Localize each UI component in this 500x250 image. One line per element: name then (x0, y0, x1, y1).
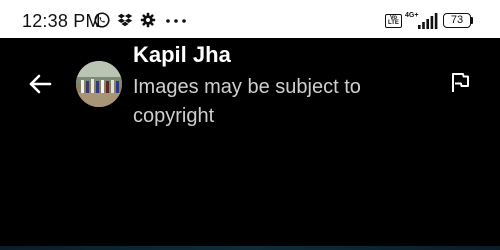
flag-icon (452, 73, 469, 92)
volte-icon: Vo LTE (385, 14, 402, 28)
avatar-photo (76, 61, 122, 107)
gear-icon (140, 12, 156, 28)
avatar[interactable] (76, 61, 122, 107)
page-title: Kapil Jha (133, 42, 231, 67)
report-button[interactable] (448, 71, 472, 95)
more-dots-icon (166, 19, 186, 23)
content-edge (0, 246, 500, 250)
status-bar: 12:38 PM Vo LTE 4G+ 73 (0, 0, 500, 38)
dropbox-icon (117, 13, 133, 27)
back-button[interactable] (26, 70, 54, 98)
arrow-back-icon (29, 74, 52, 94)
signal-icon (418, 13, 438, 29)
status-time: 12:38 PM (22, 11, 101, 31)
whatsapp-icon (94, 12, 110, 28)
battery-tip (471, 17, 473, 24)
battery-icon: 73 (443, 13, 471, 28)
copyright-notice: Images may be subject to copyright (133, 76, 361, 127)
